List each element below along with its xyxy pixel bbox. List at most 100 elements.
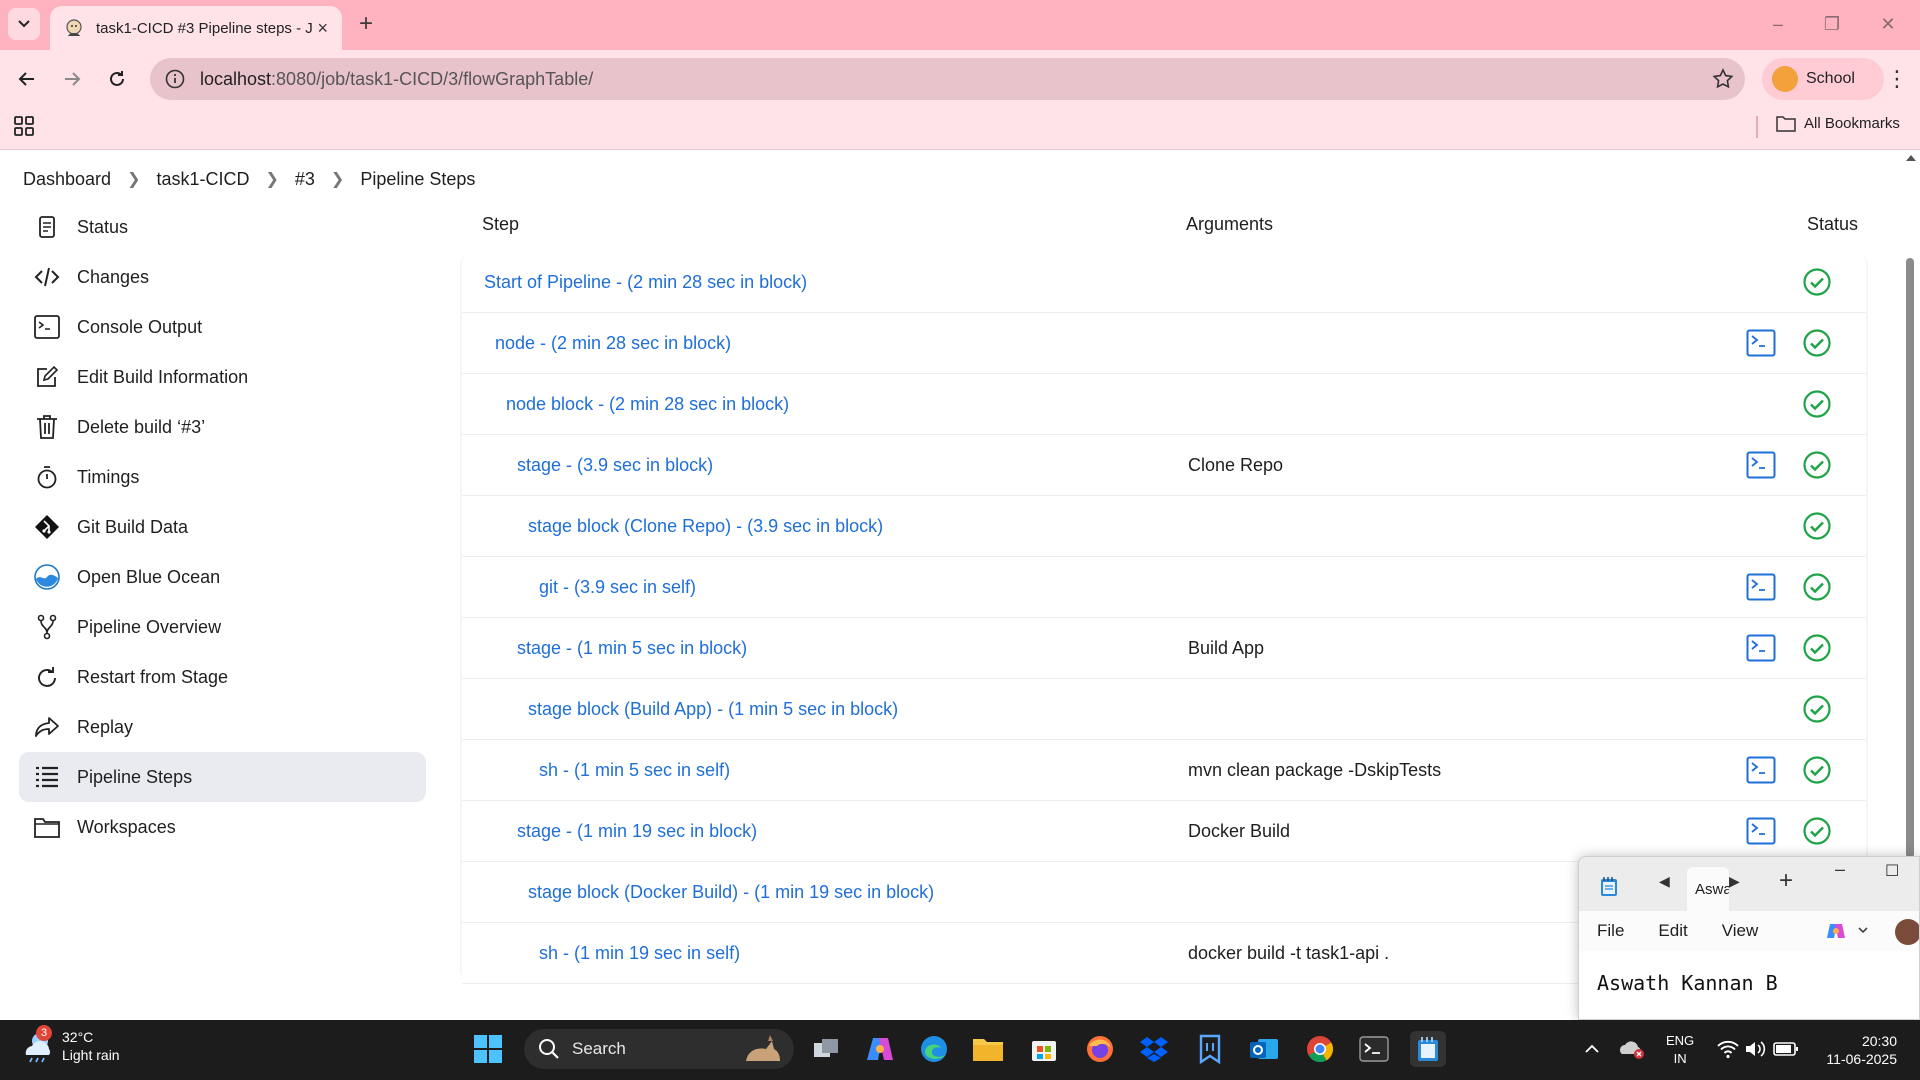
step-link[interactable]: stage block (Build App) - (1 min 5 sec i…	[528, 699, 898, 720]
breadcrumb-dashboard[interactable]: Dashboard	[23, 169, 111, 190]
restart-icon	[33, 663, 61, 691]
sidebar-item-open-blue-ocean[interactable]: Open Blue Ocean	[19, 552, 426, 602]
weather-widget[interactable]: 3 32°C Light rain	[20, 1025, 120, 1064]
notepad-menu-edit[interactable]: Edit	[1658, 921, 1687, 941]
browser-tab[interactable]: task1-CICD #3 Pipeline steps - Jenkins ×	[50, 6, 342, 50]
back-button[interactable]	[10, 62, 44, 96]
onedrive-status-button[interactable]	[1614, 1031, 1650, 1067]
outlook-button[interactable]	[1246, 1031, 1282, 1067]
reload-button[interactable]	[100, 62, 134, 96]
console-output-icon[interactable]	[1746, 633, 1776, 663]
sidebar-item-console-output[interactable]: Console Output	[19, 302, 426, 352]
outlook-icon	[1250, 1039, 1278, 1059]
tray-overflow-button[interactable]	[1574, 1031, 1610, 1067]
step-link[interactable]: sh - (1 min 19 sec in self)	[539, 943, 740, 964]
sidebar: Status Changes Console Output Edit Build…	[19, 202, 426, 852]
notepad-text-area[interactable]: Aswath Kannan B	[1579, 951, 1919, 1019]
step-link[interactable]: Start of Pipeline - (2 min 28 sec in blo…	[484, 272, 807, 293]
console-output-icon[interactable]	[1746, 450, 1776, 480]
console-output-icon[interactable]	[1746, 328, 1776, 358]
breadcrumb-current[interactable]: Pipeline Steps	[360, 169, 475, 190]
step-link[interactable]: stage - (3.9 sec in block)	[517, 455, 713, 476]
step-link[interactable]: stage block (Docker Build) - (1 min 19 s…	[528, 882, 934, 903]
start-button[interactable]	[470, 1031, 506, 1067]
console-output-icon[interactable]	[1746, 755, 1776, 785]
volume-icon	[1746, 1041, 1766, 1057]
step-link[interactable]: node block - (2 min 28 sec in block)	[506, 394, 789, 415]
notepad-tab[interactable]: Aswath Kannan B	[1687, 867, 1729, 911]
step-link[interactable]: stage - (1 min 5 sec in block)	[517, 638, 747, 659]
firefox-button[interactable]	[1082, 1031, 1118, 1067]
restore-icon[interactable]: ❐	[1820, 12, 1844, 36]
notepad-menubar: File Edit View	[1579, 911, 1919, 951]
sidebar-item-pipeline-overview[interactable]: Pipeline Overview	[19, 602, 426, 652]
sidebar-item-edit-build-information[interactable]: Edit Build Information	[19, 352, 426, 402]
step-link[interactable]: sh - (1 min 5 sec in self)	[539, 760, 730, 781]
sidebar-item-label: Open Blue Ocean	[77, 566, 221, 587]
battery-button[interactable]	[1768, 1031, 1804, 1067]
apps-grid-icon[interactable]	[14, 116, 34, 136]
notepad-menu-file[interactable]: File	[1597, 921, 1624, 941]
breadcrumb-job[interactable]: task1-CICD	[156, 169, 249, 190]
bookmark-star-icon[interactable]	[1711, 67, 1735, 91]
sidebar-item-git-build-data[interactable]: Git Build Data	[19, 502, 426, 552]
tab-search-button[interactable]	[8, 8, 40, 40]
notepad-maximize-icon[interactable]: ☐	[1885, 861, 1899, 881]
taskbar-clock[interactable]: 20:30 11-06-2025	[1815, 1032, 1897, 1068]
sidebar-item-changes[interactable]: Changes	[19, 252, 426, 302]
notepad-taskbar-button[interactable]	[1410, 1031, 1446, 1067]
dropbox-button[interactable]	[1136, 1031, 1172, 1067]
console-output-icon[interactable]	[1746, 572, 1776, 602]
copilot-taskbar-button[interactable]	[862, 1031, 898, 1067]
notepad-menu-view[interactable]: View	[1722, 921, 1759, 941]
notepad-minimize-icon[interactable]: –	[1835, 859, 1845, 880]
ms-store-button[interactable]	[1026, 1031, 1062, 1067]
site-info-icon[interactable]	[164, 68, 186, 90]
task-view-button[interactable]	[808, 1031, 844, 1067]
sidebar-item-restart-from-stage[interactable]: Restart from Stage	[19, 652, 426, 702]
file-explorer-button[interactable]	[970, 1031, 1006, 1067]
forward-button[interactable]	[55, 62, 89, 96]
tab-scroll-left-icon[interactable]: ◀	[1659, 873, 1670, 890]
tab-close-icon[interactable]: ×	[317, 18, 328, 39]
vs-app-button[interactable]	[1192, 1031, 1228, 1067]
profile-button[interactable]: School	[1762, 58, 1884, 100]
sidebar-item-timings[interactable]: Timings	[19, 452, 426, 502]
scroll-up-icon[interactable]	[1902, 151, 1920, 165]
close-window-icon[interactable]: ✕	[1876, 12, 1900, 36]
sidebar-item-status[interactable]: Status	[19, 202, 426, 252]
sidebar-item-workspaces[interactable]: Workspaces	[19, 802, 426, 852]
sidebar-item-pipeline-steps[interactable]: Pipeline Steps	[19, 752, 426, 802]
console-output-icon[interactable]	[1746, 816, 1776, 846]
terminal-button[interactable]	[1356, 1031, 1392, 1067]
edge-button[interactable]	[916, 1031, 952, 1067]
step-arguments: Clone Repo	[1188, 455, 1284, 475]
weather-temp: 32°C	[62, 1029, 94, 1045]
sidebar-item-delete-build[interactable]: Delete build ‘#3’	[19, 402, 426, 452]
chevron-down-icon[interactable]	[1857, 925, 1869, 935]
address-bar[interactable]: localhost:8080/job/task1-CICD/3/flowGrap…	[150, 58, 1745, 100]
step-link[interactable]: git - (3.9 sec in self)	[539, 577, 696, 598]
step-link[interactable]: stage - (1 min 19 sec in block)	[517, 821, 757, 842]
minimize-icon[interactable]: –	[1766, 12, 1790, 36]
step-link[interactable]: node - (2 min 28 sec in block)	[495, 333, 731, 354]
step-link[interactable]: stage block (Clone Repo) - (3.9 sec in b…	[528, 516, 883, 537]
new-tab-button[interactable]: +	[352, 10, 380, 38]
notepad-app-icon	[1418, 1037, 1438, 1061]
tab-scroll-right-icon[interactable]: ▶	[1729, 873, 1740, 890]
step-arguments: mvn clean package -DskipTests	[1188, 760, 1442, 780]
taskbar-search[interactable]: Search	[524, 1029, 794, 1069]
bookmarks-bar	[0, 108, 1920, 150]
browser-menu-icon[interactable]: ⋮	[1882, 62, 1912, 96]
weather-rain-icon: 3	[20, 1025, 54, 1063]
scrollbar-thumb[interactable]	[1906, 258, 1914, 858]
sidebar-item-label: Workspaces	[77, 816, 176, 837]
input-language[interactable]: ENG IN	[1666, 1032, 1694, 1068]
sidebar-item-replay[interactable]: Replay	[19, 702, 426, 752]
notepad-new-tab-button[interactable]: +	[1779, 867, 1793, 895]
chrome-button[interactable]	[1302, 1031, 1338, 1067]
all-bookmarks-button[interactable]: All Bookmarks	[1776, 114, 1900, 132]
copilot-icon[interactable]	[1825, 921, 1847, 941]
breadcrumb-build[interactable]: #3	[295, 169, 315, 190]
avatar[interactable]	[1895, 919, 1919, 945]
